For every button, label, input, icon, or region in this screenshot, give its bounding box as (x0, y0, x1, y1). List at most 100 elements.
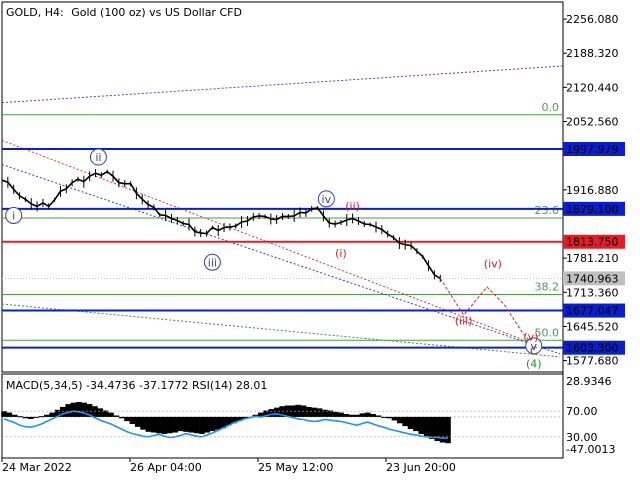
macd-hist-bar (354, 414, 360, 417)
macd-hist-bar (177, 416, 184, 432)
macd-hist-bar (322, 409, 328, 417)
x-tick-label: 26 Apr 04:00 (130, 461, 202, 474)
macd-hist-bar (49, 412, 55, 417)
wave-label-(4): (4) (526, 357, 542, 370)
macd-hist-bar (402, 416, 409, 427)
macd-hist-bar (156, 416, 162, 434)
macd-hist-bar (113, 415, 120, 417)
price-tag-label: 1740.963 (566, 272, 619, 285)
macd-hist-bar (81, 402, 88, 417)
macd-hist-bar (407, 416, 414, 429)
x-tick-label: 24 Mar 2022 (2, 461, 72, 474)
price-line (1, 170, 441, 280)
macd-hist-bar (92, 406, 98, 417)
macd-header: MACD(5,34,5) -34.4736 -37.1772 RSI(14) 2… (6, 379, 267, 392)
fib-label-1: 23.6 (535, 204, 560, 217)
y-tick-label: 2052.560 (566, 116, 619, 129)
macd-hist-bar (413, 416, 419, 432)
macd-hist-bar (22, 416, 29, 419)
macd-hist-bar (65, 404, 71, 417)
macd-hist-bar (268, 409, 275, 417)
trendlines (1, 65, 564, 358)
wave-label-ii: ii (95, 151, 101, 164)
price-series (1, 169, 441, 282)
macd-hist-bar (423, 416, 430, 437)
projection-line (439, 278, 535, 347)
macd-hist-bar (397, 416, 403, 424)
macd-axis-label: 70.00 (566, 405, 598, 418)
macd-hist-bar (375, 415, 382, 417)
macd-hist-bar (124, 416, 130, 422)
macd-hist-bar (145, 416, 152, 432)
header-description: Gold (100 oz) vs US Dollar CFD (71, 6, 242, 19)
header-symbol: GOLD, H4: (6, 6, 64, 19)
macd-hist-bar (43, 414, 50, 417)
y-tick-label: 2256.080 (566, 13, 619, 26)
macd-hist-bar (76, 401, 82, 417)
wave-label-(v): (v) (523, 330, 538, 343)
macd-hist-bar (6, 412, 13, 417)
macd-hist-bar (391, 416, 398, 421)
macd-hist-bar (188, 416, 195, 433)
macd-hist-bar (33, 416, 39, 418)
gold-h4-chart: 0.023.638.250.0 iiiiiiivv(ii)(i)(iii)(iv… (1, 1, 625, 474)
wave-label-i: i (12, 209, 15, 222)
x-tick-label: 23 Jun 20:00 (386, 461, 456, 474)
macd-hist-bar (199, 416, 205, 434)
macd-hist-bar (38, 416, 45, 418)
macd-hist-bar (295, 404, 302, 417)
macd-hist-bar (1, 411, 7, 417)
macd-axis-label: -47.0013 (566, 443, 615, 456)
macd-hist-bar (381, 416, 387, 418)
macd-hist-bar (150, 416, 157, 433)
chart-header: GOLD, H4: Gold (100 oz) vs US Dollar CFD (6, 6, 242, 19)
y-tick-label: 1916.880 (566, 184, 619, 197)
macd-hist-bar (134, 416, 141, 427)
wave-label-C: C (530, 344, 538, 357)
macd-hist-bar (364, 412, 371, 417)
y-tick-label: 2120.440 (566, 81, 619, 94)
macd-hist-bar (429, 416, 435, 439)
macd-hist-bar (274, 407, 280, 417)
trendline-red (1, 139, 523, 340)
macd-hist-bar (311, 407, 318, 417)
price-tag-label: 1997.979 (566, 143, 619, 156)
macd-hist-bar (193, 416, 200, 434)
trendline-purple (1, 65, 564, 104)
macd-hist-bar (204, 416, 211, 433)
macd-hist-bar (129, 416, 136, 424)
y-tick-label: 2188.320 (566, 47, 619, 60)
y-tick-label: 1577.680 (566, 355, 619, 368)
wave-label-iv: iv (322, 193, 332, 206)
price-tag-label: 1813.750 (566, 236, 619, 249)
macd-hist-bar (183, 416, 189, 432)
price-tag-label: 1603.300 (566, 342, 619, 355)
macd-hist-bar (418, 416, 425, 434)
macd-hist-bar (215, 416, 221, 430)
price-tag-label: 1677.047 (566, 305, 619, 318)
y-tick-label: 1645.520 (566, 320, 619, 333)
macd-hist-bar (332, 411, 339, 417)
macd-hist-bar (172, 416, 178, 433)
wave-label-(ii): (ii) (345, 200, 360, 213)
macd-hist-bar (97, 408, 104, 417)
macd-hist-bar (70, 402, 77, 417)
fib-label-0: 0.0 (542, 101, 560, 114)
macd-hist-bar (118, 416, 125, 419)
price-tag-label: 1879.100 (566, 203, 619, 216)
macd-hist-bar (370, 414, 376, 417)
macd-axis-label: 30.00 (566, 431, 598, 444)
wave-label-iii: iii (208, 256, 217, 269)
macd-hist-bar (386, 416, 392, 419)
macd-hist-bar (167, 416, 173, 434)
wave-labels: iiiiiiivv(ii)(i)(iii)(iv)(v)C(4) (5, 148, 543, 370)
macd-hist-bar (108, 412, 114, 417)
macd-hist-bar (140, 416, 146, 430)
macd-hist-bar (11, 414, 18, 417)
wave-label-(iv): (iv) (484, 257, 502, 270)
macd-hist-bar (316, 408, 323, 417)
macd-hist-bar (338, 412, 344, 417)
macd-hist-bar (343, 414, 350, 417)
macd-hist-bar (445, 416, 451, 444)
macd-axis-label: 28.9346 (566, 375, 612, 388)
